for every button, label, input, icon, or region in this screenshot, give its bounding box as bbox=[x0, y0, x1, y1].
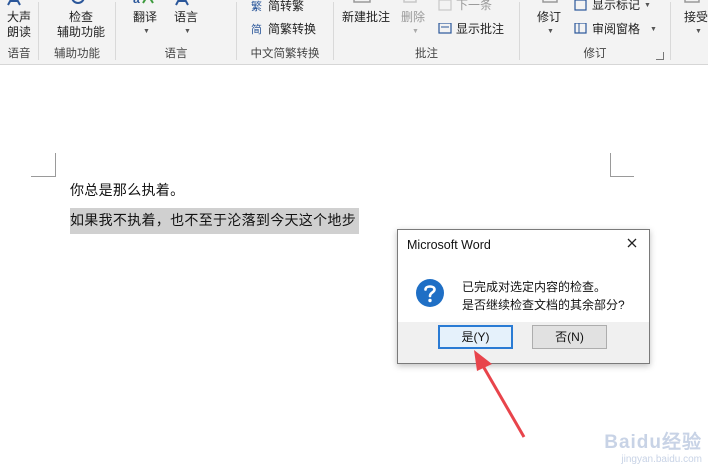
watermark-url: jingyan.baidu.com bbox=[621, 454, 702, 465]
watermark-logo: Baidu经验 bbox=[604, 432, 702, 453]
watermark: Baidu经验 jingyan.baidu.com bbox=[604, 427, 702, 465]
annotation-arrow bbox=[474, 350, 526, 438]
